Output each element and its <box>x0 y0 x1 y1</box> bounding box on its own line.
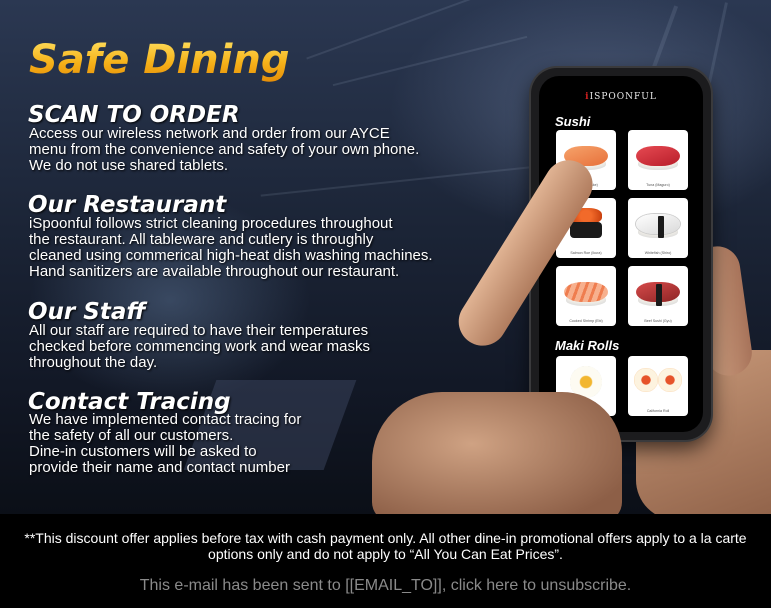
menu-category-maki: Maki Rolls <box>555 338 620 353</box>
unsubscribe-link[interactable]: This e-mail has been sent to [[EMAIL_TO]… <box>0 577 771 595</box>
shrimp-nigiri-icon <box>564 282 608 302</box>
our-staff-text: All our staff are required to have their… <box>29 322 370 371</box>
scan-to-order-text: Access our wireless network and order fr… <box>29 125 420 174</box>
footer: **This discount offer applies before tax… <box>0 514 771 608</box>
ispoonful-logo: iISPOONFUL <box>585 92 657 102</box>
phone-screen: iISPOONFUL Sushi Salmon (Sake) Tuna (Mag… <box>539 76 703 432</box>
ceiling-decoration <box>306 0 514 60</box>
discount-disclaimer: **This discount offer applies before tax… <box>24 530 747 562</box>
menu-item[interactable]: Tuna (Maguro) <box>628 130 688 190</box>
tuna-nigiri-icon <box>636 146 680 166</box>
menu-category-sushi: Sushi <box>555 114 591 129</box>
page-title: Safe Dining <box>29 37 290 83</box>
hero-banner: Safe Dining SCAN TO ORDER Access our wir… <box>0 0 771 514</box>
smartphone: iISPOONFUL Sushi Salmon (Sake) Tuna (Mag… <box>531 68 711 440</box>
menu-item[interactable]: Whitefish (Shiro) <box>628 198 688 258</box>
menu-item[interactable]: Cooked Shrimp (Ebi) <box>556 266 616 326</box>
california-roll-icon <box>634 368 658 392</box>
ceiling-decoration <box>332 35 528 87</box>
hand-fist <box>372 392 622 514</box>
menu-item[interactable]: California Roll <box>628 356 688 416</box>
our-restaurant-text: iSpoonful follows strict cleaning proced… <box>29 215 433 280</box>
contact-tracing-text: We have implemented contact tracing for … <box>29 411 302 476</box>
menu-item[interactable]: Beef Sushi (Gyu) <box>628 266 688 326</box>
